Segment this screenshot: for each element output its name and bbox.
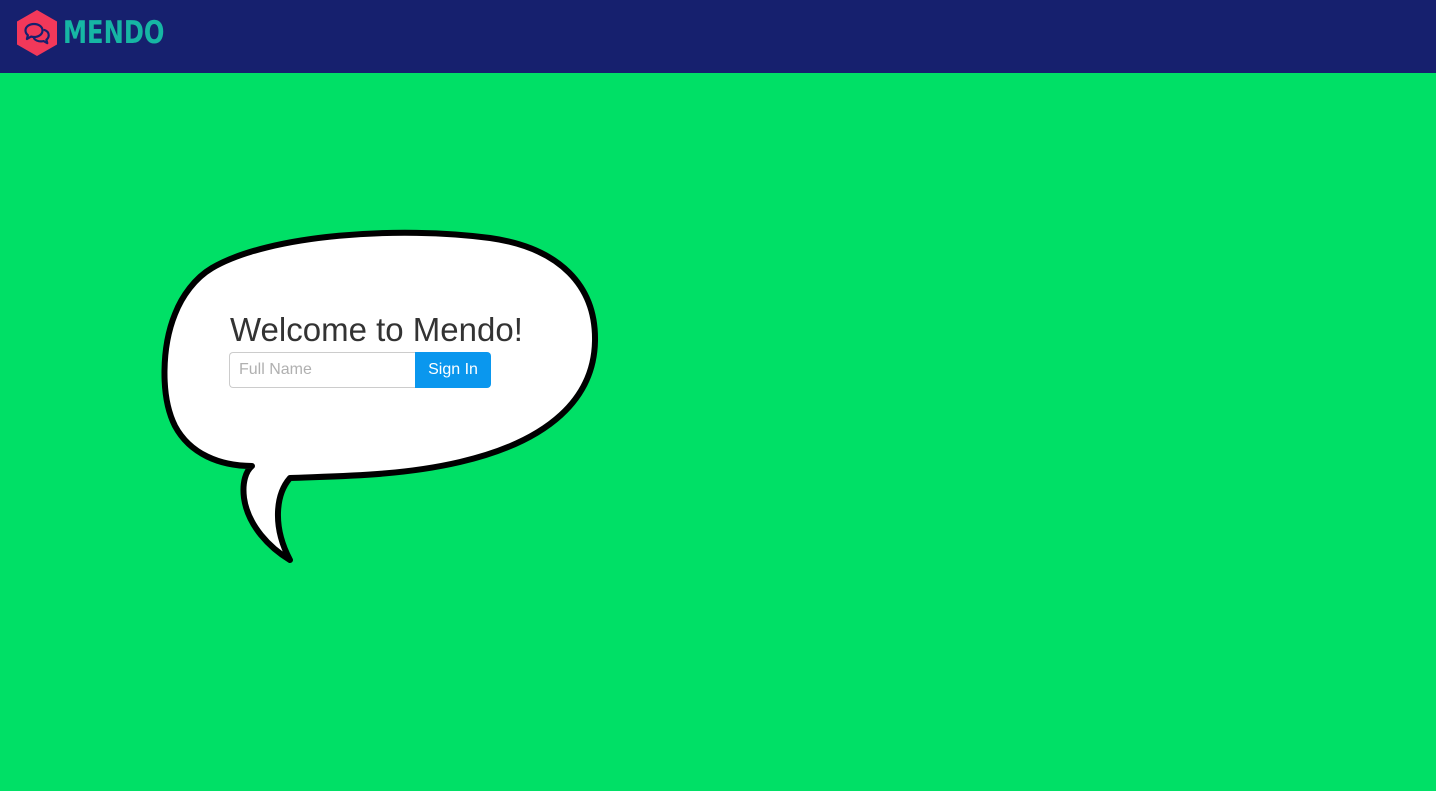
brand-link[interactable]: MENDO (15, 9, 193, 57)
full-name-input[interactable] (229, 352, 415, 388)
sign-in-button[interactable]: Sign In (415, 352, 491, 388)
welcome-title: Welcome to Mendo! (230, 311, 523, 348)
chat-bubbles-hexagon-icon (17, 10, 57, 56)
signin-form: Sign In (229, 352, 491, 388)
speech-bubble-icon (161, 229, 599, 563)
navbar: MENDO (0, 0, 1436, 73)
brand-name: MENDO (63, 15, 165, 51)
